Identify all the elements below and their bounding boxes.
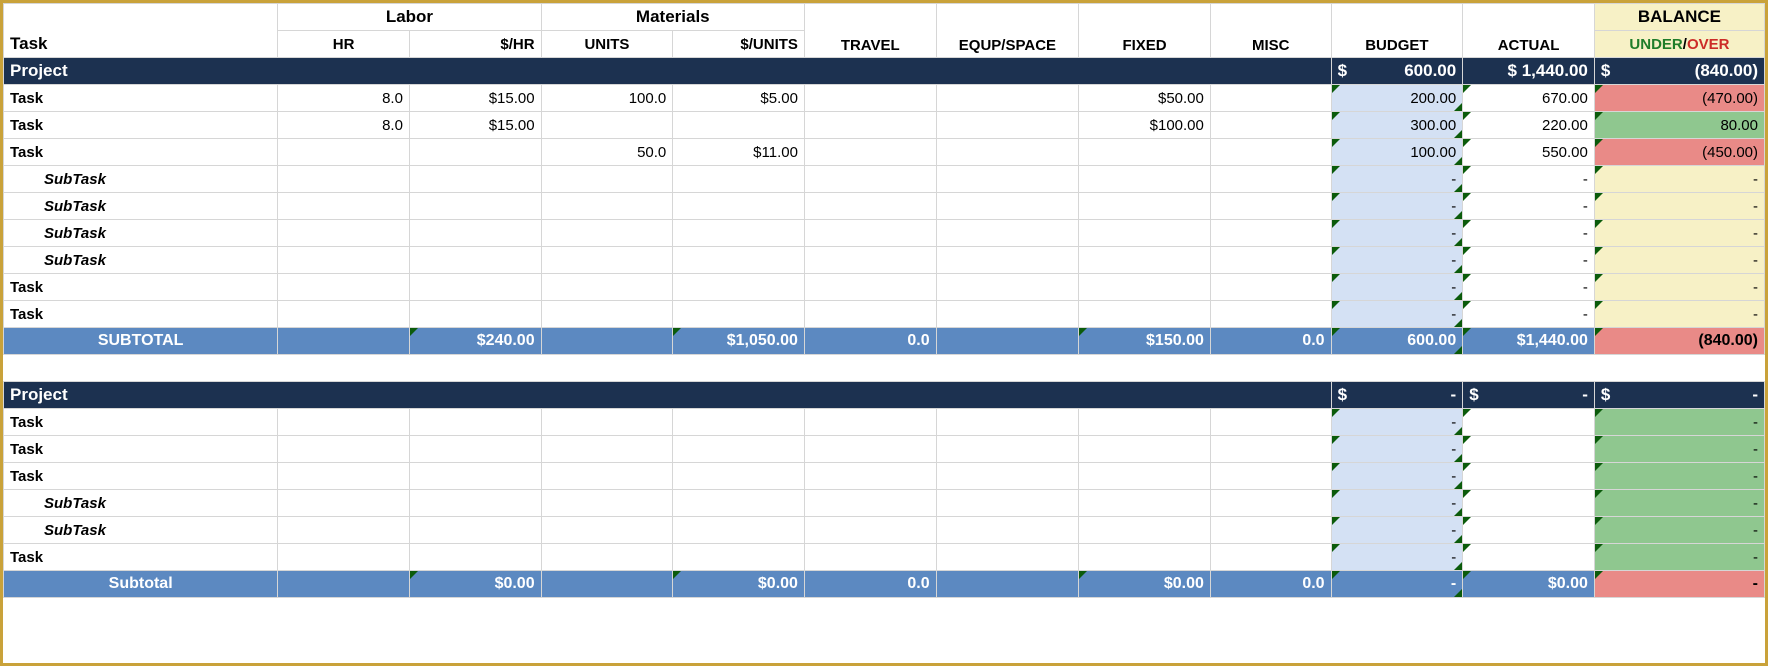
- balance-cell[interactable]: -: [1594, 220, 1764, 247]
- balance-cell[interactable]: -: [1594, 436, 1764, 463]
- subtotal-label: Subtotal: [4, 571, 278, 598]
- header-under-over: UNDER/OVER: [1594, 31, 1764, 58]
- actual-cell[interactable]: -: [1463, 166, 1595, 193]
- subtask-row[interactable]: SubTask--: [4, 490, 1765, 517]
- actual-cell[interactable]: [1463, 490, 1595, 517]
- budget-cell[interactable]: -: [1331, 436, 1463, 463]
- budget-cell[interactable]: -: [1331, 409, 1463, 436]
- balance-cell[interactable]: (470.00): [1594, 85, 1764, 112]
- subtotal-row: SUBTOTAL $240.00 $1,050.00 0.0 $150.00 0…: [4, 328, 1765, 355]
- subtask-row[interactable]: SubTask---: [4, 220, 1765, 247]
- header-materials: Materials: [541, 4, 804, 31]
- project-label[interactable]: Project: [4, 58, 1332, 85]
- header-units: UNITS: [541, 31, 673, 58]
- header-fixed: FIXED: [1079, 4, 1211, 58]
- actual-cell[interactable]: [1463, 409, 1595, 436]
- balance-cell[interactable]: -: [1594, 193, 1764, 220]
- budget-cell[interactable]: -: [1331, 544, 1463, 571]
- header-misc: MISC: [1210, 4, 1331, 58]
- project-actual: $-: [1463, 382, 1595, 409]
- actual-cell[interactable]: -: [1463, 247, 1595, 274]
- task-row[interactable]: Task--: [4, 409, 1765, 436]
- balance-cell[interactable]: -: [1594, 301, 1764, 328]
- balance-cell[interactable]: 80.00: [1594, 112, 1764, 139]
- actual-cell[interactable]: [1463, 463, 1595, 490]
- project-header-row[interactable]: Project $600.00 $ 1,440.00 $(840.00): [4, 58, 1765, 85]
- task-row[interactable]: Task---: [4, 274, 1765, 301]
- budget-cell[interactable]: 100.00: [1331, 139, 1463, 166]
- subtask-row[interactable]: SubTask---: [4, 247, 1765, 274]
- actual-cell[interactable]: [1463, 436, 1595, 463]
- header-row-group: Task Labor Materials TRAVEL EQUP/SPACE F…: [4, 4, 1765, 31]
- header-task: Task: [4, 4, 278, 58]
- header-urate: $/UNITS: [673, 31, 805, 58]
- budget-cell[interactable]: -: [1331, 463, 1463, 490]
- header-actual: ACTUAL: [1463, 4, 1595, 58]
- task-row[interactable]: Task--: [4, 544, 1765, 571]
- actual-cell[interactable]: -: [1463, 193, 1595, 220]
- project-budget: $600.00: [1331, 58, 1463, 85]
- budget-cell[interactable]: -: [1331, 220, 1463, 247]
- subtask-row[interactable]: SubTask--: [4, 517, 1765, 544]
- project-actual: $ 1,440.00: [1463, 58, 1595, 85]
- task-row[interactable]: Task50.0$11.00100.00550.00(450.00): [4, 139, 1765, 166]
- task-row[interactable]: Task--: [4, 436, 1765, 463]
- actual-cell[interactable]: [1463, 544, 1595, 571]
- task-row[interactable]: Task--: [4, 463, 1765, 490]
- actual-cell[interactable]: 550.00: [1463, 139, 1595, 166]
- balance-cell[interactable]: -: [1594, 463, 1764, 490]
- balance-cell[interactable]: -: [1594, 274, 1764, 301]
- actual-cell[interactable]: 670.00: [1463, 85, 1595, 112]
- project-header-row[interactable]: Project $- $- $-: [4, 382, 1765, 409]
- header-rate: $/HR: [409, 31, 541, 58]
- actual-cell[interactable]: -: [1463, 301, 1595, 328]
- actual-cell[interactable]: -: [1463, 220, 1595, 247]
- balance-cell[interactable]: -: [1594, 517, 1764, 544]
- balance-cell[interactable]: -: [1594, 409, 1764, 436]
- budget-cell[interactable]: -: [1331, 166, 1463, 193]
- balance-cell[interactable]: -: [1594, 166, 1764, 193]
- actual-cell[interactable]: 220.00: [1463, 112, 1595, 139]
- budget-cell[interactable]: -: [1331, 517, 1463, 544]
- header-budget: BUDGET: [1331, 4, 1463, 58]
- balance-cell[interactable]: -: [1594, 544, 1764, 571]
- header-travel: TRAVEL: [804, 4, 936, 58]
- project-label[interactable]: Project: [4, 382, 1332, 409]
- blank-row: [4, 355, 1765, 382]
- subtotal-label: SUBTOTAL: [4, 328, 278, 355]
- budget-cell[interactable]: -: [1331, 193, 1463, 220]
- balance-cell[interactable]: (450.00): [1594, 139, 1764, 166]
- task-row[interactable]: Task---: [4, 301, 1765, 328]
- task-row[interactable]: Task8.0$15.00$100.00300.00220.0080.00: [4, 112, 1765, 139]
- budget-cell[interactable]: -: [1331, 301, 1463, 328]
- balance-cell[interactable]: -: [1594, 490, 1764, 517]
- budget-cell[interactable]: 200.00: [1331, 85, 1463, 112]
- header-balance: BALANCE: [1594, 4, 1764, 31]
- budget-spreadsheet[interactable]: Task Labor Materials TRAVEL EQUP/SPACE F…: [3, 3, 1765, 598]
- header-labor: Labor: [278, 4, 541, 31]
- actual-cell[interactable]: [1463, 517, 1595, 544]
- subtask-row[interactable]: SubTask---: [4, 166, 1765, 193]
- subtask-row[interactable]: SubTask---: [4, 193, 1765, 220]
- header-hr: HR: [278, 31, 410, 58]
- balance-cell[interactable]: -: [1594, 247, 1764, 274]
- project-budget: $-: [1331, 382, 1463, 409]
- budget-cell[interactable]: -: [1331, 274, 1463, 301]
- task-row[interactable]: Task8.0$15.00100.0$5.00$50.00200.00670.0…: [4, 85, 1765, 112]
- subtotal-row: Subtotal $0.00 $0.00 0.0 $0.00 0.0 - $0.…: [4, 571, 1765, 598]
- budget-cell[interactable]: 300.00: [1331, 112, 1463, 139]
- budget-cell[interactable]: -: [1331, 490, 1463, 517]
- project-balance: $(840.00): [1594, 58, 1764, 85]
- actual-cell[interactable]: -: [1463, 274, 1595, 301]
- header-equp: EQUP/SPACE: [936, 4, 1079, 58]
- budget-cell[interactable]: -: [1331, 247, 1463, 274]
- project-balance: $-: [1594, 382, 1764, 409]
